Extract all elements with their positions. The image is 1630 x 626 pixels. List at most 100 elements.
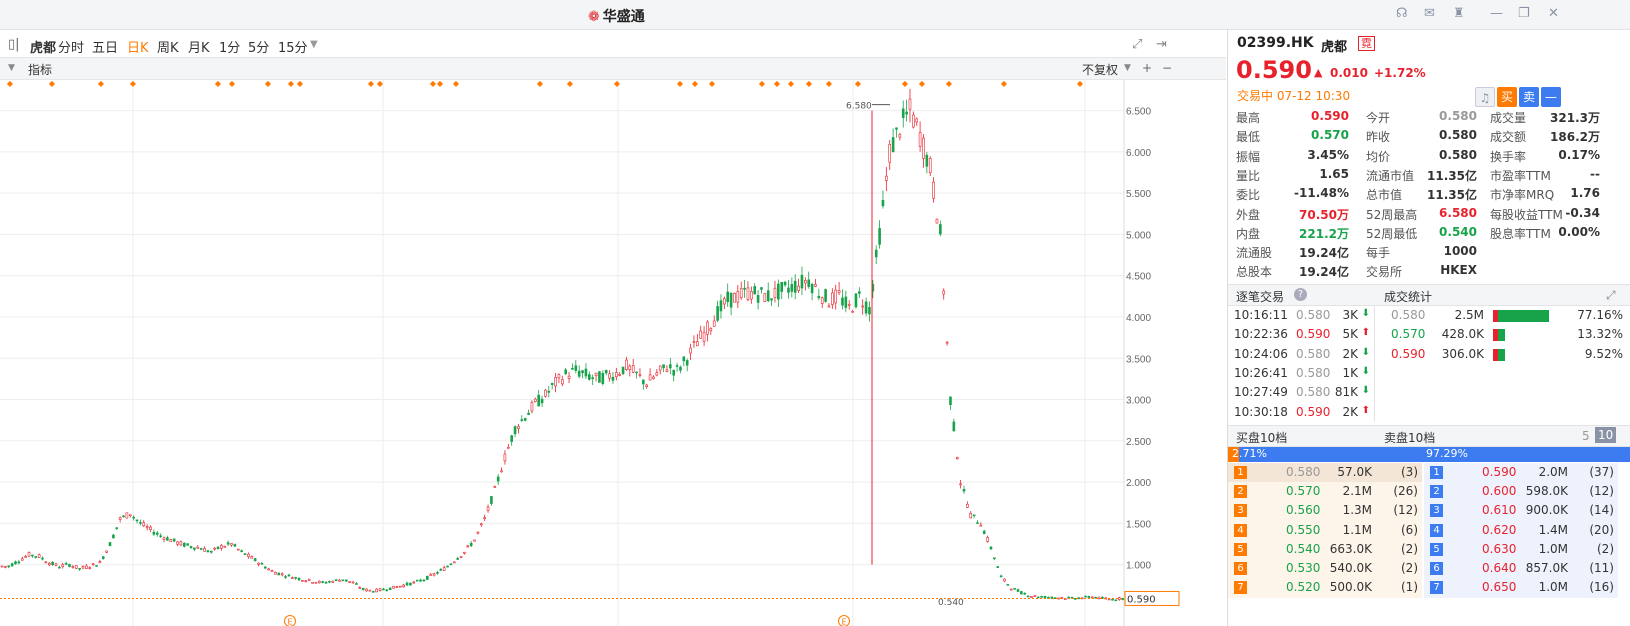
expand-icon[interactable]: ⤢ — [1606, 288, 1616, 303]
event-dot[interactable]: ◆ — [215, 80, 222, 88]
ask-level-row[interactable]: 7 0.650 1.0M (16) — [1424, 578, 1618, 599]
restore-icon[interactable]: ❐ — [1518, 6, 1530, 21]
event-dot[interactable]: ◆ — [677, 80, 684, 88]
event-dot[interactable]: ◆ — [806, 80, 813, 88]
tab-15min[interactable]: 15分 — [278, 37, 308, 56]
indicator-toggle-icon[interactable]: ▼ — [8, 63, 15, 73]
candle-body — [1003, 578, 1006, 582]
candle-body — [118, 517, 122, 520]
event-dot[interactable]: ◆ — [774, 80, 781, 88]
event-dot[interactable]: ◆ — [826, 80, 833, 88]
candle-body — [797, 285, 800, 291]
bid-level-row[interactable]: 2 0.570 2.1M (26) — [1228, 482, 1422, 503]
event-dot[interactable]: ◆ — [288, 80, 295, 88]
bid-level-row[interactable]: 3 0.560 1.3M (12) — [1228, 501, 1422, 522]
adjust-select[interactable]: 不复权 — [1082, 61, 1118, 78]
event-dot[interactable]: ◆ — [692, 80, 699, 88]
event-dot[interactable]: ◆ — [430, 80, 437, 88]
candle-body — [527, 412, 530, 415]
more-button[interactable]: — — [1541, 87, 1561, 107]
fullscreen-icon[interactable]: ⤢ — [1132, 37, 1142, 52]
event-dot[interactable]: ◆ — [1001, 80, 1008, 88]
candle-body — [446, 565, 449, 568]
ask-level-row[interactable]: 4 0.620 1.4M (20) — [1424, 520, 1618, 541]
event-dot[interactable]: ◆ — [946, 80, 953, 88]
chart-toolbar: ▯| 虎都 分时 五日 日K 周K 月K 1分 5分 15分 ▼ ⤢ ⇥ — [0, 30, 1226, 58]
volstat-volume: 2.5M — [1454, 308, 1484, 322]
depth-5-button[interactable]: 5 — [1582, 429, 1590, 443]
headset-icon[interactable]: ☊ — [1396, 6, 1408, 21]
event-dot[interactable]: ◆ — [855, 80, 862, 88]
shirt-icon[interactable]: ♜ — [1453, 6, 1465, 21]
sell-button[interactable]: 卖 — [1519, 87, 1539, 107]
candle-body — [888, 144, 892, 163]
event-dot[interactable]: ◆ — [265, 80, 272, 88]
add-indicator-button[interactable]: + — [1142, 61, 1152, 75]
collapse-left-icon[interactable]: ▯| — [8, 37, 20, 52]
candle-body — [240, 550, 243, 552]
high-annotation: 6.580 — [846, 102, 872, 112]
volume-stat-row: 0.570 428.0K 13.32% — [1375, 326, 1630, 346]
candle-body — [469, 542, 473, 547]
bell-icon[interactable]: ♫ — [1475, 87, 1495, 107]
event-dot[interactable]: ◆ — [98, 80, 105, 88]
bid-level-row[interactable]: 5 0.540 663.0K (2) — [1228, 539, 1422, 560]
ask-level-row[interactable]: 3 0.610 900.0K (14) — [1424, 501, 1618, 522]
tab-five-day[interactable]: 五日 — [92, 37, 118, 56]
bid-level-row[interactable]: 7 0.520 500.0K (1) — [1228, 578, 1422, 599]
bid-level-row[interactable]: 1 0.580 57.0K (3) — [1228, 463, 1422, 483]
tab-intraday[interactable]: 分时 — [58, 37, 84, 56]
help-icon[interactable]: ? — [1294, 288, 1307, 301]
event-dot[interactable]: ◆ — [709, 80, 716, 88]
indicator-label[interactable]: 指标 — [28, 61, 52, 78]
bid-level-row[interactable]: 4 0.550 1.1M (6) — [1228, 520, 1422, 541]
ask-level-row[interactable]: 5 0.630 1.0M (2) — [1424, 539, 1618, 560]
remove-indicator-button[interactable]: − — [1162, 61, 1172, 75]
event-dot[interactable]: ◆ — [49, 80, 56, 88]
level-volume: 1.4M — [1538, 522, 1568, 537]
candle-body — [398, 585, 402, 588]
depth-10-button[interactable]: 10 — [1595, 427, 1617, 443]
tab-1min[interactable]: 1分 — [219, 37, 240, 56]
tick-time: 10:22:36 — [1234, 327, 1288, 342]
minimize-icon[interactable]: — — [1490, 6, 1503, 21]
event-dot[interactable]: ◆ — [1077, 80, 1084, 88]
event-dot[interactable]: ◆ — [437, 80, 444, 88]
tab-5min[interactable]: 5分 — [248, 37, 269, 56]
event-dot[interactable]: ◆ — [377, 80, 384, 88]
ask-level-row[interactable]: 6 0.640 857.0K (11) — [1424, 559, 1618, 579]
event-dot[interactable]: ◆ — [229, 80, 236, 88]
buy-button[interactable]: 买 — [1497, 87, 1517, 107]
candle-body — [142, 522, 146, 527]
event-dot[interactable]: ◆ — [902, 80, 909, 88]
event-dot[interactable]: ◆ — [453, 80, 460, 88]
close-icon[interactable]: ✕ — [1548, 6, 1559, 21]
event-dot[interactable]: ◆ — [567, 80, 574, 88]
event-dot[interactable]: ◆ — [297, 80, 304, 88]
candle-body — [328, 580, 331, 583]
bid-level-row[interactable]: 6 0.530 540.0K (2) — [1228, 559, 1422, 579]
mail-icon[interactable]: ✉ — [1424, 6, 1435, 21]
event-dot[interactable]: ◆ — [7, 80, 14, 88]
ask-level-row[interactable]: 2 0.600 598.0K (12) — [1424, 482, 1618, 503]
stat-label: 市盈率TTM — [1490, 168, 1551, 183]
event-dot[interactable]: ◆ — [537, 80, 544, 88]
period-dropdown-icon[interactable]: ▼ — [310, 39, 318, 50]
adjust-dropdown-icon[interactable]: ▼ — [1124, 63, 1131, 73]
ask-level-row[interactable]: 1 0.590 2.0M (37) — [1424, 463, 1618, 483]
candlestick-chart[interactable]: 6.500 6.000 5.500 5.000 4.500 4.000 3.500 3.000… — [0, 80, 1180, 626]
event-dot[interactable]: ◆ — [614, 80, 621, 88]
candle-body — [1114, 599, 1118, 602]
tab-monthly-k[interactable]: 月K — [188, 37, 210, 56]
candle-body — [935, 218, 939, 224]
event-dot[interactable]: ◆ — [130, 80, 137, 88]
event-dot[interactable]: ◆ — [788, 80, 795, 88]
event-dot[interactable]: ◆ — [759, 80, 766, 88]
event-dot[interactable]: ◆ — [368, 80, 375, 88]
event-dot[interactable]: ◆ — [919, 80, 926, 88]
tab-daily-k[interactable]: 日K — [127, 37, 149, 56]
tab-weekly-k[interactable]: 周K — [157, 37, 179, 56]
candle-body — [280, 573, 284, 576]
candle-body — [746, 287, 750, 300]
collapse-right-icon[interactable]: ⇥ — [1156, 37, 1167, 52]
